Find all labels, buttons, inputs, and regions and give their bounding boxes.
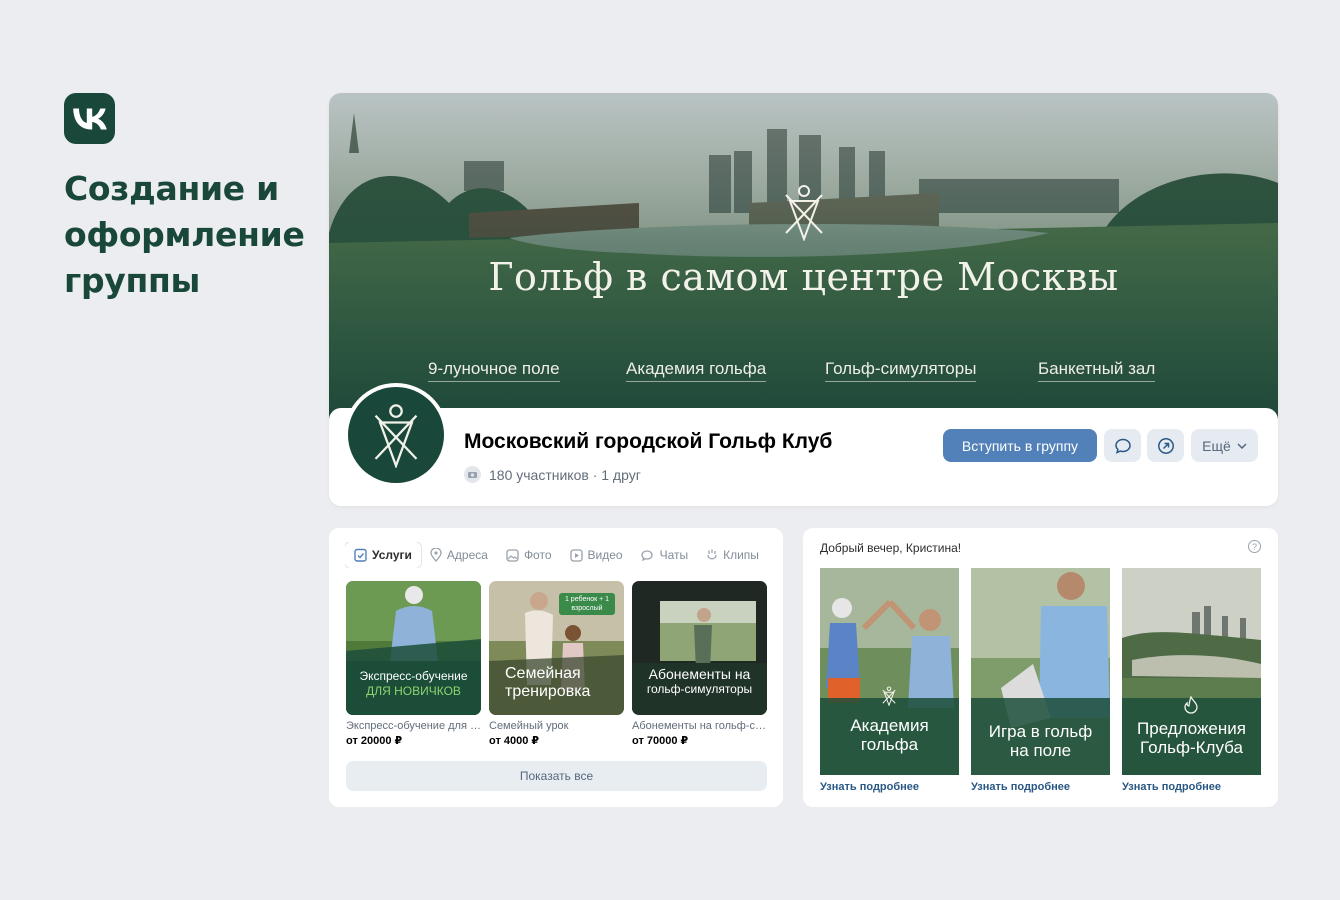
camera-icon xyxy=(464,466,481,483)
service-title: Абонементы на гольф-симуляторы xyxy=(632,720,767,732)
promo-image: Академия гольфа xyxy=(820,568,959,775)
promo-item[interactable]: Предложения Гольф-Клуба Узнать подробнее xyxy=(1122,568,1261,793)
help-icon[interactable]: ? xyxy=(1248,540,1261,553)
join-group-button[interactable]: Вступить в группу xyxy=(943,429,1097,462)
tab-photo[interactable]: Фото xyxy=(497,542,561,568)
tab-label: Чаты xyxy=(659,548,689,562)
service-item[interactable]: Экспресс-обучение ДЛЯ НОВИЧКОВ Экспресс-… xyxy=(346,581,481,747)
show-all-button[interactable]: Показать все xyxy=(346,761,767,791)
cover-title: Гольф в самом центре Москвы xyxy=(488,255,1119,299)
promo-item[interactable]: Академия гольфа Узнать подробнее xyxy=(820,568,959,793)
tab-label: Адреса xyxy=(446,548,488,562)
tab-chats[interactable]: Чаты xyxy=(632,542,698,568)
share-arrow-icon xyxy=(1157,437,1174,454)
tab-label: Услуги xyxy=(372,548,412,562)
members-info[interactable]: 180 участников · 1 друг xyxy=(464,466,641,483)
cover-nav-banquet[interactable]: Банкетный зал xyxy=(1038,359,1156,382)
service-title: Семейный урок xyxy=(489,720,569,732)
service-overlay: Экспресс-обучение ДЛЯ НОВИЧКОВ xyxy=(359,669,468,698)
promo-image: Игра в гольф на поле xyxy=(971,568,1110,775)
promo-title: Академия гольфа xyxy=(850,716,929,754)
tab-label: Видео xyxy=(587,548,623,562)
headline-line: группы xyxy=(64,261,201,300)
service-title: Экспресс-обучение для новичков xyxy=(346,720,481,732)
community-cover: Гольф в самом центре Москвы 9-луночное п… xyxy=(329,93,1278,423)
flame-icon xyxy=(1184,696,1198,714)
more-button[interactable]: Ещё xyxy=(1191,429,1258,462)
video-icon xyxy=(569,548,583,562)
chevron-down-icon xyxy=(1237,442,1247,449)
headline-line: оформление xyxy=(64,215,305,254)
promo-image: Предложения Гольф-Клуба xyxy=(1122,568,1261,775)
cover-nav-simulators[interactable]: Гольф-симуляторы xyxy=(825,359,977,382)
learn-more-link[interactable]: Узнать подробнее xyxy=(820,781,959,793)
community-header-card: Гольф в самом центре Москвы 9-луночное п… xyxy=(329,93,1278,506)
chat-icon xyxy=(640,549,653,561)
tab-clips[interactable]: Клипы xyxy=(697,542,768,568)
community-name: Московский городской Гольф Клуб xyxy=(464,430,833,453)
golf-club-emblem-icon xyxy=(374,404,418,468)
tab-video[interactable]: Видео xyxy=(561,542,632,568)
cover-nav-academy[interactable]: Академия гольфа xyxy=(626,359,767,382)
learn-more-link[interactable]: Узнать подробнее xyxy=(971,781,1110,793)
greeting-card: Добрый вечер, Кристина! ? Академия гольф… xyxy=(803,528,1278,807)
checklist-icon xyxy=(354,548,367,562)
message-icon xyxy=(1114,438,1131,454)
tab-services[interactable]: Услуги xyxy=(345,542,421,568)
tab-label: Фото xyxy=(523,548,552,562)
location-pin-icon xyxy=(430,548,442,562)
message-button[interactable] xyxy=(1104,429,1141,462)
service-overlay: Абонементы на гольф-симуляторы xyxy=(646,666,753,696)
members-count: 180 участников · 1 друг xyxy=(489,466,641,483)
service-price: от 4000 ₽ xyxy=(489,735,540,747)
service-item[interactable]: 1 ребенок + 1 взрослый Семейная трениров… xyxy=(489,581,624,747)
service-price: от 20000 ₽ xyxy=(346,735,403,747)
photo-icon xyxy=(506,548,519,562)
promo-title: Предложения Гольф-Клуба xyxy=(1137,719,1246,757)
avatar[interactable] xyxy=(344,383,448,487)
tab-addresses[interactable]: Адреса xyxy=(421,542,497,568)
section-tabs: Услуги Адреса Фото Видео Чаты Клипы xyxy=(345,542,783,568)
learn-more-link[interactable]: Узнать подробнее xyxy=(1122,781,1261,793)
service-image: Экспресс-обучение ДЛЯ НОВИЧКОВ xyxy=(346,581,481,715)
promo-item[interactable]: Игра в гольф на поле Узнать подробнее xyxy=(971,568,1110,793)
page-headline: Создание и оформление группы xyxy=(64,166,314,304)
service-item[interactable]: Абонементы на гольф-симуляторы Абонемент… xyxy=(632,581,767,747)
services-card: Услуги Адреса Фото Видео Чаты Клипы Эксп… xyxy=(329,528,783,807)
more-label: Ещё xyxy=(1202,437,1231,454)
golf-club-emblem-icon xyxy=(785,185,823,241)
service-image: Абонементы на гольф-симуляторы xyxy=(632,581,767,715)
share-button[interactable] xyxy=(1147,429,1184,462)
headline-line: Создание и xyxy=(64,169,279,208)
service-overlay: Семейная тренировка xyxy=(505,665,591,700)
clip-icon xyxy=(707,549,717,560)
promo-title: Игра в гольф на поле xyxy=(988,722,1093,760)
greeting-title: Добрый вечер, Кристина! xyxy=(820,541,962,555)
vk-logo-icon xyxy=(64,93,115,144)
tab-label: Клипы xyxy=(723,548,759,562)
service-price: от 70000 ₽ xyxy=(632,735,689,747)
cover-nav-course[interactable]: 9-луночное поле xyxy=(428,359,560,382)
service-image: 1 ребенок + 1 взрослый Семейная трениров… xyxy=(489,581,624,715)
golf-club-emblem-icon xyxy=(882,686,896,706)
family-badge: 1 ребенок + 1 взрослый xyxy=(559,593,615,615)
